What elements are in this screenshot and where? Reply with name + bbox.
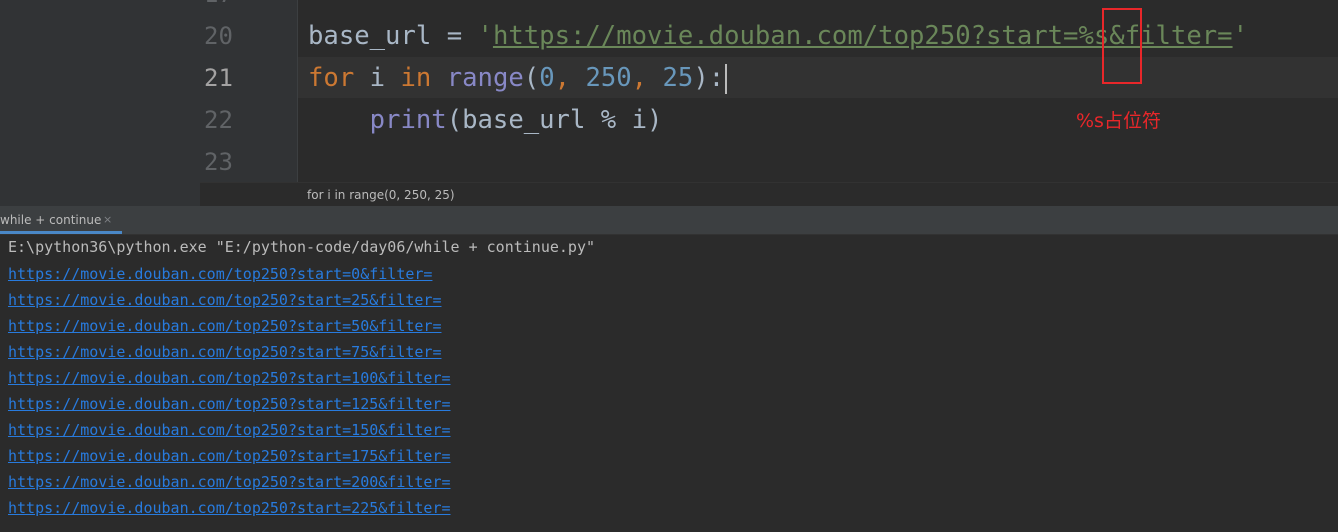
breadcrumb[interactable]: for i in range(0, 250, 25): [307, 188, 455, 202]
string-quote: ': [477, 21, 493, 51]
run-tab-label: while + continue: [0, 213, 102, 227]
line-number: 23: [204, 148, 233, 176]
output-link[interactable]: https://movie.douban.com/top250?start=12…: [8, 394, 451, 420]
paren: ):: [693, 63, 725, 93]
code-editor[interactable]: 17 20 21 22 23 base_url = 'https://movie…: [0, 0, 1338, 206]
line-number: 22: [204, 106, 233, 134]
builtin-print: print: [369, 105, 447, 135]
print-arguments: (base_url % i): [446, 105, 663, 135]
identifier: base_url: [308, 21, 432, 51]
placeholder-highlight-box: [1102, 8, 1142, 84]
number: 0: [539, 63, 555, 93]
console-command: E:\python36\python.exe "E:/python-code/d…: [8, 238, 595, 256]
output-link[interactable]: https://movie.douban.com/top250?start=75…: [8, 342, 451, 368]
placeholder-annotation: %s占位符: [1076, 110, 1161, 132]
number: 25: [662, 63, 694, 93]
line-number-gutter: 17 20 21 22 23: [200, 0, 298, 182]
output-link[interactable]: https://movie.douban.com/top250?start=17…: [8, 446, 451, 472]
builtin-range: range: [446, 63, 524, 93]
line-number-current: 21: [204, 64, 233, 92]
keyword-for: for: [308, 63, 355, 93]
keyword-in: in: [400, 63, 432, 93]
active-tab-indicator: [0, 231, 122, 234]
paren: (: [523, 63, 540, 93]
output-link[interactable]: https://movie.douban.com/top250?start=20…: [8, 472, 451, 498]
line-number: 17: [204, 0, 242, 8]
string-quote: ': [1232, 21, 1248, 51]
left-gutter: [0, 0, 200, 206]
identifier: i: [354, 63, 401, 93]
run-tab[interactable]: while + continue ×: [0, 206, 126, 234]
breadcrumb-bar: for i in range(0, 250, 25): [200, 182, 1338, 207]
run-tab-bar: while + continue ×: [0, 206, 1338, 235]
text-caret: [725, 64, 728, 94]
output-link[interactable]: https://movie.douban.com/top250?start=25…: [8, 290, 451, 316]
code-line-21[interactable]: for i in range(0, 250, 25):: [308, 58, 728, 98]
output-link[interactable]: https://movie.douban.com/top250?start=22…: [8, 498, 451, 524]
code-line-22[interactable]: print(base_url % i): [308, 100, 663, 140]
line-number: 20: [204, 22, 233, 50]
comma: ,: [631, 63, 663, 93]
operator: =: [431, 21, 478, 51]
comma: ,: [554, 63, 586, 93]
output-link[interactable]: https://movie.douban.com/top250?start=15…: [8, 420, 451, 446]
console-output: https://movie.douban.com/top250?start=0&…: [8, 264, 451, 524]
number: 250: [585, 63, 632, 93]
output-link[interactable]: https://movie.douban.com/top250?start=50…: [8, 316, 451, 342]
output-link[interactable]: https://movie.douban.com/top250?start=0&…: [8, 264, 451, 290]
output-link[interactable]: https://movie.douban.com/top250?start=10…: [8, 368, 451, 394]
run-console[interactable]: E:\python36\python.exe "E:/python-code/d…: [0, 235, 1338, 532]
close-icon[interactable]: ×: [103, 213, 112, 226]
